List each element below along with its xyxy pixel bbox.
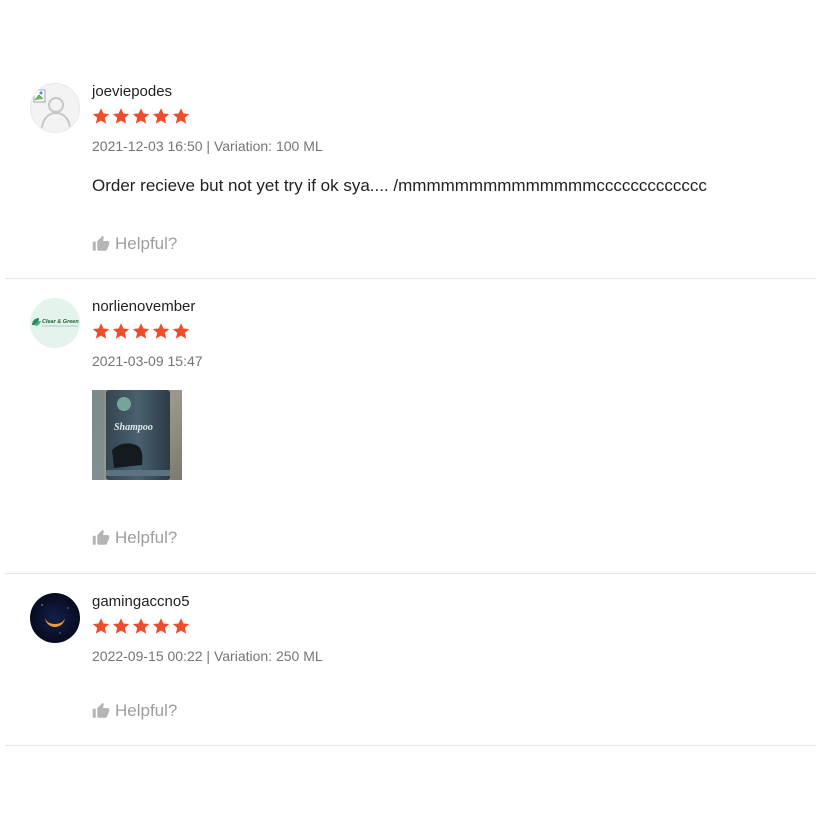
helpful-label: Helpful? — [115, 234, 178, 253]
photo-label-text: Shampoo — [114, 422, 153, 433]
review-variation: Variation: 100 ML — [213, 138, 323, 154]
thumbs-up-icon — [92, 702, 110, 720]
star-icon — [172, 107, 190, 125]
star-icon — [132, 322, 150, 340]
review-date: 2022-09-15 00:22 — [92, 648, 203, 664]
star-icon — [172, 322, 190, 340]
review-variation: Variation: 250 ML — [213, 648, 323, 664]
star-icon — [112, 322, 130, 340]
rating-stars — [92, 322, 806, 340]
review-username[interactable]: norlienovember — [92, 298, 806, 316]
star-icon — [152, 617, 170, 635]
review-item: Clear & Green norlienovember 2021-03-09 … — [5, 298, 816, 574]
review-item: gamingaccno5 2022-09-15 00:22 | Variatio… — [5, 593, 816, 746]
helpful-label: Helpful? — [115, 701, 178, 720]
user-avatar[interactable]: Clear & Green — [30, 298, 80, 348]
star-icon — [132, 617, 150, 635]
thumbs-up-icon — [92, 235, 110, 253]
review-meta: 2021-03-09 15:47 — [92, 352, 806, 370]
star-icon — [112, 107, 130, 125]
meta-separator: | — [202, 648, 214, 664]
review-photo-thumbnail[interactable]: Shampoo — [92, 390, 182, 480]
avatar-logo-text: Clear & Green — [42, 319, 79, 325]
star-icon — [92, 107, 110, 125]
star-icon — [152, 107, 170, 125]
broken-image-avatar-icon — [33, 89, 71, 129]
rating-stars — [92, 107, 806, 125]
review-list: joeviepodes 2021-12-03 16:50 | Variation… — [0, 0, 816, 816]
review-item: joeviepodes 2021-12-03 16:50 | Variation… — [5, 83, 816, 279]
user-avatar[interactable] — [30, 83, 80, 133]
helpful-button[interactable]: Helpful? — [92, 234, 177, 254]
star-icon — [132, 107, 150, 125]
user-avatar[interactable] — [30, 593, 80, 643]
shampoo-bottle-photo: Shampoo — [92, 390, 182, 480]
meta-separator: | — [202, 138, 214, 154]
star-icon — [92, 322, 110, 340]
helpful-button[interactable]: Helpful? — [92, 528, 177, 548]
helpful-button[interactable]: Helpful? — [92, 701, 177, 721]
review-date: 2021-12-03 16:50 — [92, 138, 203, 154]
review-username[interactable]: joeviepodes — [92, 83, 806, 101]
review-content: joeviepodes 2021-12-03 16:50 | Variation… — [92, 83, 806, 196]
review-comment: Order recieve but not yet try if ok sya.… — [92, 176, 707, 195]
star-icon — [172, 617, 190, 635]
review-meta: 2022-09-15 00:22 | Variation: 250 ML — [92, 647, 806, 665]
rating-stars — [92, 617, 806, 635]
thumbs-up-icon — [92, 529, 110, 547]
star-icon — [112, 617, 130, 635]
brand-logo-avatar-icon: Clear & Green — [32, 318, 79, 327]
star-icon — [92, 617, 110, 635]
review-content: norlienovember 2021-03-09 15:47 Shampoo — [92, 298, 806, 480]
star-icon — [152, 322, 170, 340]
crescent-moon-icon — [41, 604, 69, 634]
review-meta: 2021-12-03 16:50 | Variation: 100 ML — [92, 137, 806, 155]
review-date: 2021-03-09 15:47 — [92, 353, 203, 369]
review-content: gamingaccno5 2022-09-15 00:22 | Variatio… — [92, 593, 806, 665]
review-username[interactable]: gamingaccno5 — [92, 593, 806, 611]
helpful-label: Helpful? — [115, 528, 178, 547]
